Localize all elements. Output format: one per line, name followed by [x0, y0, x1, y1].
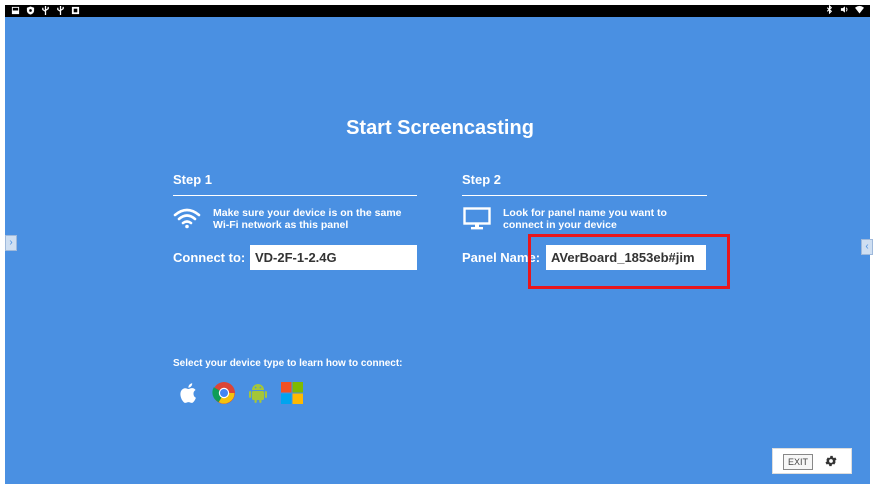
windows-icon[interactable] — [280, 381, 304, 405]
usb-icon — [42, 6, 49, 15]
apple-icon[interactable] — [177, 381, 201, 405]
step2-text-line1: Look for panel name you want to — [503, 207, 667, 219]
wifi-status-icon — [855, 5, 864, 14]
step1-text-line2: Wi-Fi network as this panel — [213, 219, 349, 231]
step2-text-line2: connect in your device — [503, 219, 617, 231]
status-right-icons — [825, 5, 864, 14]
highlight-box — [528, 234, 730, 289]
bluetooth-icon — [826, 5, 833, 14]
step1-divider — [173, 195, 417, 196]
status-left-icons — [11, 6, 80, 15]
gallery-icon — [11, 6, 20, 15]
volume-icon — [840, 6, 848, 13]
step2-title: Step 2 — [462, 172, 502, 187]
step1-title: Step 1 — [173, 172, 213, 187]
usb-icon-2 — [57, 6, 64, 15]
device-type-prompt: Select your device type to learn how to … — [173, 358, 403, 369]
right-side-tab[interactable]: ‹ — [861, 239, 873, 255]
connect-to-label: Connect to: — [173, 250, 246, 265]
shield-icon — [26, 6, 35, 15]
left-side-tab[interactable]: › — [5, 235, 17, 251]
chrome-icon[interactable] — [212, 381, 236, 405]
wifi-network-field: VD-2F-1-2.4G — [250, 245, 417, 270]
gear-icon[interactable] — [824, 454, 838, 468]
bottom-toolbar: EXIT — [772, 448, 852, 474]
download-icon — [71, 6, 80, 15]
page-title: Start Screencasting — [346, 117, 534, 139]
screencast-screen: Start Screencasting Step 1 Make sure you… — [5, 17, 873, 484]
android-icon[interactable] — [246, 381, 270, 405]
exit-button[interactable]: EXIT — [783, 454, 814, 470]
wifi-icon — [173, 208, 201, 229]
step1-text-line1: Make sure your device is on the same — [213, 207, 402, 219]
step1-instruction: Make sure your device is on the same Wi-… — [213, 207, 402, 231]
step2-instruction: Look for panel name you want to connect … — [503, 207, 667, 231]
status-bar — [5, 5, 870, 17]
step2-divider — [462, 195, 707, 196]
monitor-icon — [463, 207, 491, 230]
